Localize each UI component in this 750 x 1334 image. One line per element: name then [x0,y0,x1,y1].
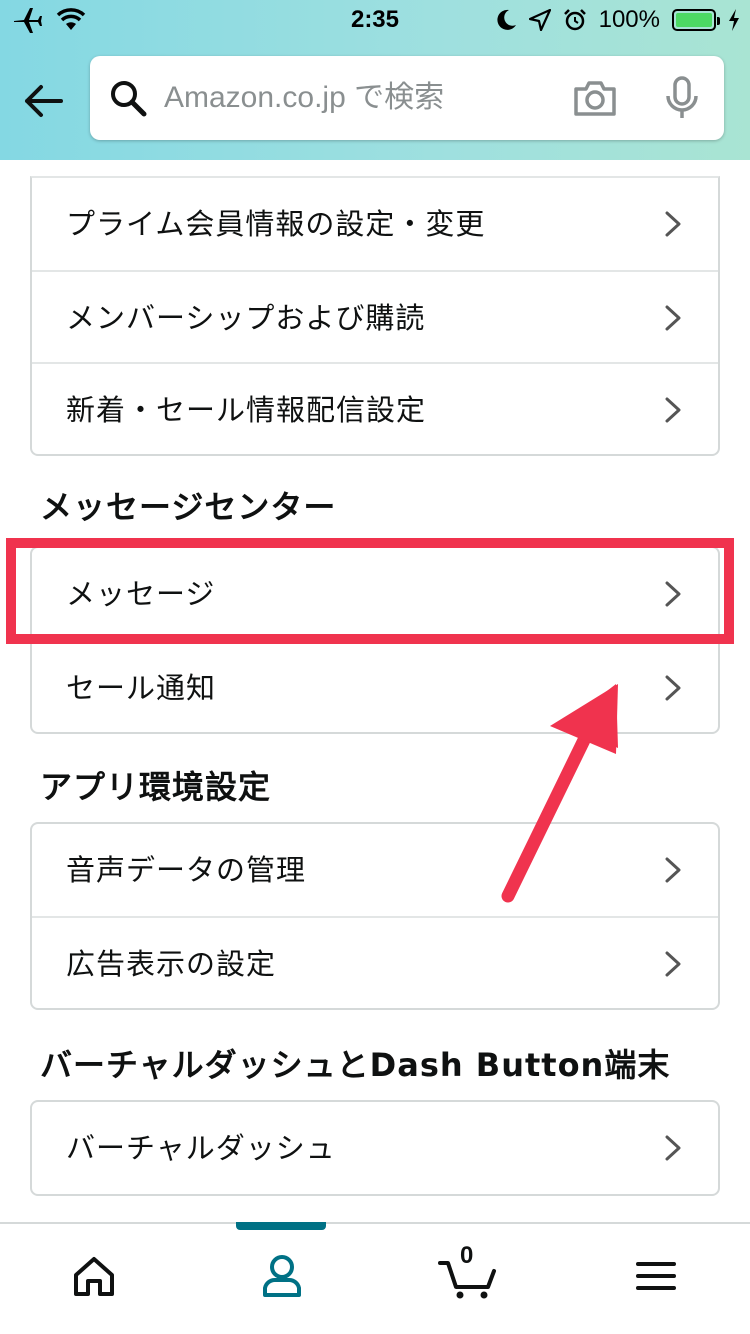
search-icon [111,81,147,117]
chevron-right-icon [665,951,681,977]
chevron-right-icon [665,211,681,237]
bottom-tab-bar: 0 [0,1222,750,1334]
chevron-right-icon [665,857,681,883]
chevron-right-icon [665,1135,681,1161]
status-right: 100% [497,4,740,36]
list-item-label: 新着・セール情報配信設定 [66,393,427,427]
home-icon [74,1257,114,1296]
chevron-right-icon [665,675,681,701]
list-item-prime-settings[interactable]: プライム会員情報の設定・変更 [32,178,718,270]
chevron-right-icon [665,397,681,423]
microphone-icon[interactable] [664,76,700,120]
dash-card: バーチャルダッシュ [30,1100,720,1196]
list-item-label: バーチャルダッシュ [66,1131,336,1165]
list-item-label: プライム会員情報の設定・変更 [66,207,486,241]
search-placeholder: Amazon.co.jp で検索 [164,81,445,114]
tab-account[interactable] [250,1244,314,1308]
list-item-virtual-dash[interactable]: バーチャルダッシュ [32,1102,718,1194]
user-icon [263,1255,301,1297]
active-tab-indicator [236,1222,326,1230]
battery-percentage: 100% [598,6,660,33]
list-item-label: 音声データの管理 [66,853,307,887]
arrow-annotation-icon [501,684,618,903]
account-settings-card: プライム会員情報の設定・変更 メンバーシップおよび購読 新着・セール情報配信設定 [30,176,720,456]
tab-menu[interactable] [624,1244,688,1308]
battery-icon [672,9,720,31]
tab-cart[interactable]: 0 [436,1242,500,1308]
alarm-clock-icon [563,9,586,31]
moon-icon [497,9,516,30]
location-arrow-icon [528,9,551,31]
battery-level [676,13,712,27]
list-item-sale-notifications-settings[interactable]: 新着・セール情報配信設定 [32,362,718,454]
cart-count-badge: 0 [460,1242,474,1269]
list-item-label: メンバーシップおよび購読 [66,301,426,335]
tab-home[interactable] [62,1244,126,1308]
camera-icon[interactable] [572,78,618,118]
back-arrow-icon [25,85,63,117]
section-title-dash: バーチャルダッシュとDash Button端末 [40,1046,671,1084]
chevron-right-icon [665,305,681,331]
list-item-ad-settings[interactable]: 広告表示の設定 [32,916,718,1008]
list-item-label: セール通知 [66,671,217,705]
section-title-app-settings: アプリ環境設定 [40,768,272,806]
highlight-annotation-box [6,538,734,644]
search-input[interactable]: Amazon.co.jp で検索 [90,56,724,140]
back-button[interactable] [20,78,66,124]
app-header: 2:35 100% Amazon.co.jp で検索 [0,0,750,160]
section-title-message-center: メッセージセンター [40,488,337,526]
list-item-memberships[interactable]: メンバーシップおよび購読 [32,270,718,362]
list-item-label: 広告表示の設定 [66,947,277,981]
status-bar: 2:35 100% [0,0,750,40]
charging-bolt-icon [729,9,739,31]
hamburger-menu-icon [636,1262,676,1290]
